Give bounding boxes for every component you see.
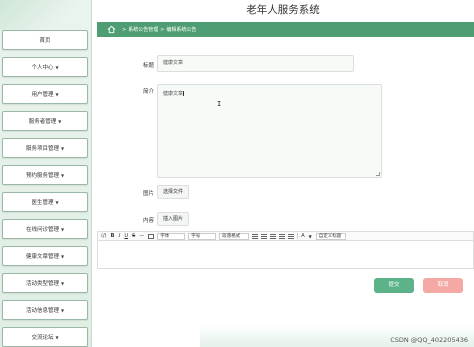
text-cursor — [183, 91, 184, 96]
caret-down-icon: ▼ — [60, 280, 65, 286]
sidebar-item-activity-info[interactable]: 活动信息管理 ▼ — [2, 300, 88, 320]
list-icon[interactable] — [288, 233, 295, 239]
sidebar-item-label: 用户管理 — [31, 92, 54, 98]
sidebar-item-label: 个人中心 — [31, 65, 54, 71]
sidebar-item-forum[interactable]: 交流论坛 ▼ — [2, 327, 88, 347]
align-center-icon[interactable] — [261, 233, 268, 239]
app-title: 老年人服务系统 — [246, 4, 320, 16]
sidebar-item-label: 活动信息管理 — [25, 308, 59, 314]
sidebar-item-articles[interactable]: 健康文章管理 ▼ — [2, 246, 88, 266]
sidebar-item-activity-types[interactable]: 活动类型管理 ▼ — [2, 273, 88, 293]
caret-down-icon: ▼ — [60, 145, 65, 151]
image-label: 图片 — [143, 191, 155, 197]
breadcrumb-separator: > — [122, 26, 127, 33]
sidebar-item-label: 在线问诊管理 — [25, 227, 59, 233]
block-icon[interactable] — [148, 233, 155, 239]
title-input[interactable]: 健康文章 — [157, 55, 354, 72]
caret-down-icon: ▼ — [60, 172, 65, 178]
font-size-select[interactable]: 字号 — [188, 232, 217, 240]
sidebar-item-label: 预约服务管理 — [25, 173, 59, 179]
caret-down-icon: ▼ — [60, 307, 65, 313]
sidebar-item-service-items[interactable]: 服务项目管理 ▼ — [2, 138, 88, 158]
intro-text: 健康文章 — [163, 91, 184, 97]
chevron-down-icon[interactable]: ▼ — [309, 234, 312, 239]
caret-down-icon: ▼ — [55, 334, 59, 340]
editor-toolbar: ⟨/⟩ B I U S — 字体 字号 段落格式 A ▼ 自定义标题 — [97, 231, 474, 241]
insert-image-button[interactable]: 插入图片 — [157, 212, 190, 226]
caret-down-icon: ▼ — [55, 64, 59, 70]
submit-button[interactable]: 提交 — [374, 278, 414, 293]
sidebar-item-bookings[interactable]: 预约服务管理 ▼ — [2, 165, 88, 185]
sidebar-item-label: 首页 — [39, 38, 51, 44]
sidebar: 首页 个人中心 ▼ 用户管理 ▼ 服务者管理 ▼ 服务项目管理 ▼ 预约服务管理 ▼ 医生… — [0, 0, 92, 347]
title-label: 标题 — [143, 63, 155, 69]
breadcrumb-separator: > — [160, 26, 165, 33]
mouse-ibeam-icon: I — [217, 100, 222, 108]
caret-down-icon: ▼ — [58, 118, 62, 124]
align-right-icon[interactable] — [270, 233, 277, 239]
content-label: 内容 — [143, 218, 155, 224]
horizontal-rule-icon[interactable]: — — [139, 233, 144, 239]
custom-heading-select[interactable]: 自定义标题 — [315, 232, 346, 240]
resize-handle-icon[interactable] — [376, 172, 380, 176]
sidebar-item-label: 医生管理 — [31, 200, 54, 206]
caret-down-icon: ▼ — [60, 253, 65, 259]
sidebar-item-profile[interactable]: 个人中心 ▼ — [2, 57, 88, 77]
sidebar-nav: 首页 个人中心 ▼ 用户管理 ▼ 服务者管理 ▼ 服务项目管理 ▼ 预约服务管理 ▼ 医生… — [2, 30, 88, 347]
intro-label: 简介 — [143, 89, 155, 95]
sidebar-item-home[interactable]: 首页 — [2, 30, 88, 50]
bold-button[interactable]: B — [111, 233, 115, 239]
sidebar-item-label: 服务项目管理 — [25, 146, 59, 152]
breadcrumb: > 系统公告管理 > 编辑系统公告 — [97, 22, 474, 37]
caret-down-icon: ▼ — [55, 91, 59, 97]
intro-textarea[interactable]: 健康文章 — [157, 84, 382, 178]
sidebar-item-label: 服务者管理 — [28, 119, 57, 125]
caret-down-icon: ▼ — [55, 199, 59, 205]
sidebar-item-users[interactable]: 用户管理 ▼ — [2, 84, 88, 104]
sidebar-item-providers[interactable]: 服务者管理 ▼ — [2, 111, 88, 131]
text-color-button[interactable]: A — [301, 233, 304, 239]
choose-file-button[interactable]: 选择文件 — [157, 185, 190, 199]
sidebar-item-consultation[interactable]: 在线问诊管理 ▼ — [2, 219, 88, 239]
align-justify-icon[interactable] — [279, 233, 286, 239]
sidebar-item-label: 活动类型管理 — [25, 281, 59, 287]
cancel-button[interactable]: 取消 — [423, 278, 463, 293]
strikethrough-button[interactable]: S — [132, 233, 135, 239]
home-icon[interactable] — [107, 25, 116, 34]
breadcrumb-item-announcements[interactable]: 系统公告管理 — [128, 26, 158, 33]
font-family-select[interactable]: 字体 — [157, 232, 186, 240]
align-left-icon[interactable] — [252, 233, 259, 239]
sidebar-item-doctors[interactable]: 医生管理 ▼ — [2, 192, 88, 212]
sidebar-item-label: 健康文章管理 — [25, 254, 59, 260]
sidebar-item-label: 交流论坛 — [31, 335, 54, 341]
editor-content-area[interactable] — [97, 241, 474, 269]
toolbar-divider — [297, 233, 299, 239]
underline-button[interactable]: U — [124, 233, 128, 239]
caret-down-icon: ▼ — [60, 226, 65, 232]
watermark: CSDN @QQ_402205436 — [390, 336, 468, 344]
italic-button[interactable]: I — [118, 233, 120, 239]
paragraph-format-select[interactable]: 段落格式 — [219, 232, 250, 240]
breadcrumb-item-edit: 编辑系统公告 — [166, 27, 197, 33]
code-view-icon[interactable]: ⟨/⟩ — [101, 233, 107, 239]
